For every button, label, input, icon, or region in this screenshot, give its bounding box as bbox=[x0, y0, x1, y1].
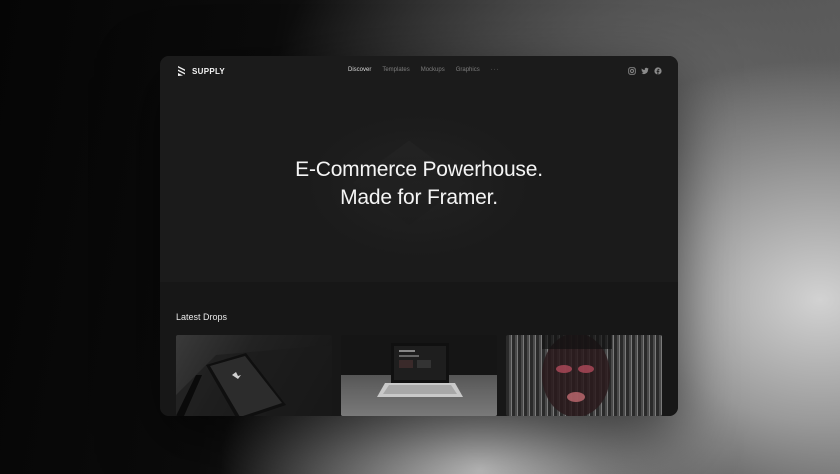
twitter-icon[interactable] bbox=[641, 67, 649, 75]
nav-more-menu[interactable]: ··· bbox=[491, 67, 500, 73]
brand-name: SUPPLY bbox=[192, 66, 226, 76]
instagram-icon[interactable] bbox=[628, 67, 636, 75]
browser-window: SUPPLY Discover Templates Mockups Graphi… bbox=[160, 56, 678, 416]
hero-headline-line2: Made for Framer. bbox=[340, 186, 498, 209]
nav-templates[interactable]: Templates bbox=[382, 67, 409, 73]
tablet-mockup-card[interactable] bbox=[176, 335, 332, 416]
nav-graphics[interactable]: Graphics bbox=[456, 67, 480, 73]
portrait-graphic-image bbox=[542, 335, 612, 416]
facebook-icon[interactable] bbox=[654, 67, 662, 75]
nav-discover[interactable]: Discover bbox=[348, 67, 371, 73]
hero-headline: E-Commerce Powerhouse. Made for Framer. bbox=[160, 156, 678, 212]
section-title: Latest Drops bbox=[176, 312, 228, 322]
hero-headline-line1: E-Commerce Powerhouse. bbox=[295, 158, 543, 181]
laptop-mockup-image bbox=[341, 335, 497, 416]
hero-section: SUPPLY Discover Templates Mockups Graphi… bbox=[160, 56, 678, 282]
tablet-mockup-image bbox=[176, 345, 332, 416]
navbar: SUPPLY Discover Templates Mockups Graphi… bbox=[160, 56, 678, 87]
portrait-graphic-card[interactable] bbox=[506, 335, 662, 416]
latest-drops-section: Latest Drops bbox=[160, 282, 678, 416]
nav-mockups[interactable]: Mockups bbox=[421, 67, 445, 73]
nav-links: Discover Templates Mockups Graphics ··· bbox=[348, 67, 500, 73]
brand-logo[interactable]: SUPPLY bbox=[176, 65, 225, 77]
social-links bbox=[628, 67, 662, 75]
supply-logo-icon bbox=[178, 66, 185, 76]
laptop-mockup-card[interactable] bbox=[341, 335, 497, 416]
